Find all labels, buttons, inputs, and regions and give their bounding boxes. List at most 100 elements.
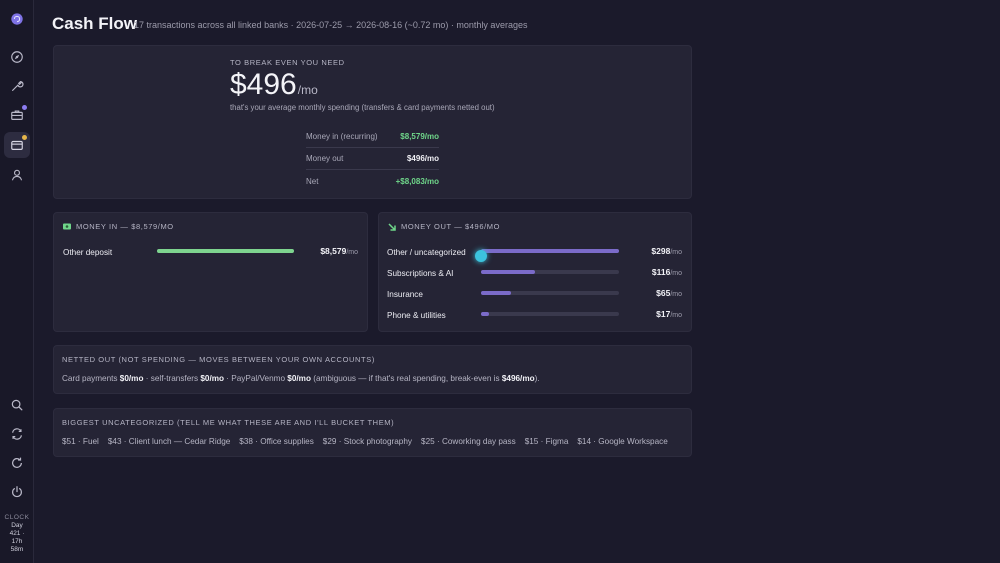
- money-out-amount: $17/mo: [624, 309, 682, 319]
- compass-icon[interactable]: [4, 44, 30, 70]
- summary-row-net: Net +$8,083/mo: [306, 170, 439, 192]
- money-out-amount: $65/mo: [624, 288, 682, 298]
- summary-value: $8,579/mo: [400, 132, 439, 141]
- uncategorized-item[interactable]: $25 · Coworking day pass: [421, 437, 516, 446]
- session-clock: CLOCK Day 421 · 17h 58m: [0, 514, 34, 554]
- money-out-arrow-icon: [388, 222, 396, 231]
- clock-line: 58m: [10, 546, 24, 553]
- sync-icon[interactable]: [4, 421, 30, 447]
- clock-label: CLOCK: [4, 514, 30, 521]
- money-out-bar-fill: [481, 249, 619, 253]
- category-name: Other deposit: [63, 247, 113, 257]
- summary-label: Net: [306, 176, 319, 186]
- category-name: Other / uncategorized: [387, 247, 466, 257]
- text-value: $496/mo: [501, 374, 535, 383]
- netted-out-heading: NETTED OUT (NOT SPENDING — MOVES BETWEEN…: [62, 355, 375, 364]
- money-out-row: Subscriptions & AI: [387, 267, 453, 279]
- cash-icon: [63, 223, 71, 230]
- uncategorized-item[interactable]: $29 · Stock photography: [323, 437, 412, 446]
- money-out-row: Phone & utilities: [387, 309, 446, 321]
- clock-line: 17h: [11, 538, 23, 545]
- uncategorized-heading: BIGGEST UNCATEGORIZED (TELL ME WHAT THES…: [62, 418, 395, 427]
- clock-line: 421 ·: [9, 530, 25, 537]
- category-name: Subscriptions & AI: [387, 268, 454, 278]
- page-title: Cash Flow: [52, 14, 138, 33]
- amount-unit: /mo: [670, 249, 682, 256]
- money-out-row: Insurance: [387, 288, 423, 300]
- breakeven-amount: $496/mo: [230, 68, 318, 102]
- breakeven-note: that's your average monthly spending (tr…: [230, 103, 495, 112]
- text-segment: ).: [534, 374, 540, 383]
- wallet-icon[interactable]: [4, 132, 30, 158]
- money-in-header: MONEY IN — $8,579/MO: [63, 222, 174, 231]
- uncategorized-item[interactable]: $43 · Client lunch — Cedar Ridge: [108, 437, 230, 446]
- uncategorized-list: $51 · Fuel $43 · Client lunch — Cedar Ri…: [62, 437, 668, 446]
- toolbox-icon[interactable]: [4, 102, 30, 128]
- summary-label: Money out: [306, 154, 344, 163]
- search-icon[interactable]: [4, 392, 30, 418]
- text-value: $0/mo: [287, 374, 311, 383]
- text-segment: (ambiguous — if that's real spending, br…: [310, 374, 502, 383]
- text-value: $0/mo: [119, 374, 144, 383]
- uncategorized-item[interactable]: $14 · Google Workspace: [577, 437, 667, 446]
- text-segment: · self-transfers: [143, 374, 201, 383]
- pointer-cursor: [475, 250, 487, 262]
- text-segment: Card payments: [62, 374, 120, 383]
- category-name: Insurance: [387, 289, 423, 299]
- amount-value: $65: [656, 288, 671, 298]
- category-name: Phone & utilities: [387, 310, 446, 320]
- summary-row-money-in: Money in (recurring) $8,579/mo: [306, 126, 439, 148]
- money-in-bar-track: [157, 249, 294, 253]
- money-out-bar-track: [481, 249, 619, 253]
- money-out-bar-fill: [481, 291, 512, 295]
- amount-value: $116: [651, 267, 671, 277]
- breakeven-unit: /mo: [297, 83, 318, 97]
- brain-icon[interactable]: [4, 6, 30, 32]
- summary-label: Money in (recurring): [306, 132, 378, 141]
- money-out-bar-fill: [481, 270, 535, 274]
- amount-value: $298: [651, 246, 671, 256]
- amount-unit: /mo: [346, 249, 358, 256]
- uncategorized-item[interactable]: $15 · Figma: [525, 437, 569, 446]
- summary-value: +$8,083/mo: [395, 176, 439, 186]
- refresh-icon[interactable]: [4, 450, 30, 476]
- power-icon[interactable]: [4, 479, 30, 505]
- page-subtitle: 17 transactions across all linked banks …: [134, 20, 528, 30]
- amount-unit: /mo: [670, 291, 682, 298]
- uncategorized-item[interactable]: $38 · Office supplies: [239, 437, 314, 446]
- money-out-amount: $116/mo: [624, 267, 682, 277]
- money-out-bar-track: [481, 291, 619, 295]
- uncategorized-card: [53, 408, 692, 457]
- clock-line: Day: [11, 522, 23, 529]
- summary-row-money-out: Money out $496/mo: [306, 148, 439, 170]
- user-icon[interactable]: [4, 162, 30, 188]
- money-out-row: Other / uncategorized: [387, 246, 466, 258]
- uncategorized-item[interactable]: $51 · Fuel: [62, 437, 99, 446]
- money-in-amount: $8,579/mo: [300, 246, 358, 256]
- summary-table: Money in (recurring) $8,579/mo Money out…: [306, 126, 439, 192]
- money-out-bar-fill: [481, 312, 490, 316]
- money-in-bar-fill: [157, 249, 294, 253]
- money-in-heading: MONEY IN — $8,579/MO: [76, 222, 174, 231]
- money-out-bar-track: [481, 312, 619, 316]
- amount-unit: /mo: [670, 312, 682, 319]
- notification-badge: [22, 135, 27, 140]
- summary-value: $496/mo: [406, 154, 439, 163]
- money-out-header: MONEY OUT — $496/MO: [388, 222, 500, 231]
- text-segment: · PayPal/Venmo: [224, 374, 288, 383]
- amount-value: $17: [656, 309, 671, 319]
- money-in-row: Other deposit: [63, 246, 112, 258]
- money-out-bar-track: [481, 270, 619, 274]
- netted-out-card: [53, 345, 692, 394]
- amount-unit: /mo: [670, 270, 682, 277]
- breakeven-value: $496: [230, 68, 297, 101]
- money-out-heading: MONEY OUT — $496/MO: [401, 222, 501, 231]
- money-out-amount: $298/mo: [624, 246, 682, 256]
- text-value: $0/mo: [200, 374, 225, 383]
- amount-value: $8,579: [320, 246, 347, 256]
- wrench-icon[interactable]: [4, 73, 30, 99]
- breakeven-label: TO BREAK EVEN YOU NEED: [230, 58, 345, 67]
- notification-badge: [22, 105, 27, 110]
- sidebar-rail: CLOCK Day 421 · 17h 58m: [0, 0, 34, 563]
- netted-out-text: Card payments $0/mo · self-transfers $0/…: [62, 374, 540, 383]
